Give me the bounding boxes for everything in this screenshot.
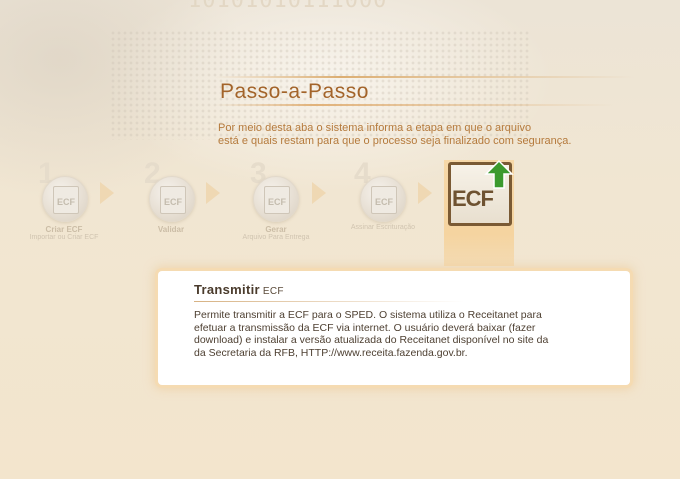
step-arrow-icon bbox=[312, 182, 326, 204]
intro-line: Por meio desta aba o sistema informa a e… bbox=[218, 122, 532, 134]
detail-line: download) e instalar a versão atualizada… bbox=[194, 334, 549, 347]
detail-title-text: Transmitir bbox=[194, 282, 260, 297]
step-subtitle: Importar ou Criar ECF bbox=[29, 234, 99, 241]
upload-arrow-icon bbox=[484, 160, 514, 189]
detail-line: Permite transmitir a ECF para o SPED. O … bbox=[194, 309, 542, 321]
ecf-validate-icon: ECF bbox=[160, 186, 186, 214]
step-subtitle: Assinar Escrituração bbox=[350, 224, 416, 231]
detail-title: Transmitir ECF bbox=[194, 282, 284, 297]
detail-line: efetuar a transmissão da ECF via interne… bbox=[194, 321, 536, 334]
step-label-assinar: Assinar Escrituração bbox=[343, 224, 423, 232]
intro-line: está e quais restam para que o processo … bbox=[218, 135, 572, 147]
background-binary-text: 10101010111000 bbox=[188, 0, 388, 13]
step-arrow-icon bbox=[418, 182, 432, 204]
step-title: Gerar bbox=[265, 225, 287, 234]
step-label-validar: Validar bbox=[131, 225, 211, 234]
ecf-document-icon: ECF bbox=[53, 186, 79, 214]
title-decor-line bbox=[214, 76, 634, 78]
ecf-sign-icon: ECF bbox=[371, 186, 397, 214]
step-title: Validar bbox=[157, 225, 185, 234]
step-arrow-icon bbox=[206, 182, 220, 204]
step-assinar[interactable]: ECF bbox=[360, 176, 406, 222]
detail-line: da Secretaria da RFB, HTTP://www.receita… bbox=[194, 346, 468, 359]
detail-title-suffix: ECF bbox=[262, 286, 284, 297]
detail-description: Permite transmitir a ECF para o SPED. O … bbox=[194, 309, 614, 359]
ecf-generate-icon: ECF bbox=[264, 186, 290, 214]
step-subtitle: Arquivo Para Entrega bbox=[242, 234, 310, 241]
page-title: Passo-a-Passo bbox=[220, 80, 369, 103]
detail-divider bbox=[194, 301, 464, 302]
step-criar-ecf[interactable]: ECF bbox=[42, 176, 88, 222]
step-arrow-icon bbox=[100, 182, 114, 204]
step-gerar[interactable]: ECF bbox=[253, 176, 299, 222]
step-validar[interactable]: ECF bbox=[149, 176, 195, 222]
intro-text: Por meio desta aba o sistema informa a e… bbox=[218, 122, 638, 148]
step-title: Criar ECF bbox=[45, 225, 83, 234]
step-label-gerar: Gerar Arquivo Para Entrega bbox=[236, 225, 316, 242]
title-underline bbox=[214, 104, 614, 106]
step-label-criar-ecf: Criar ECF Importar ou Criar ECF bbox=[24, 225, 104, 242]
step-detail-card: Transmitir ECF Permite transmitir a ECF p… bbox=[158, 271, 630, 385]
